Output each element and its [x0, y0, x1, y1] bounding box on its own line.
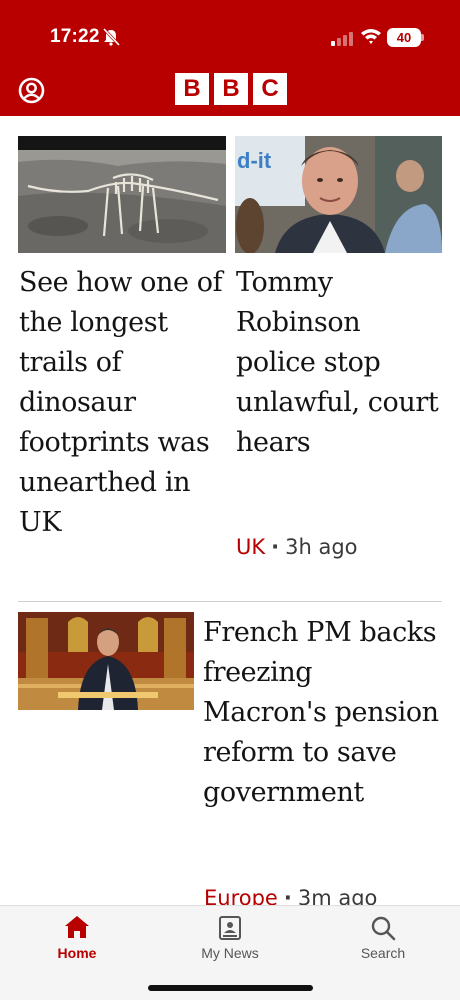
status-time: 17:22: [50, 26, 100, 47]
my-news-icon: [219, 916, 241, 940]
account-icon[interactable]: [18, 77, 45, 104]
nav-search-label: Search: [360, 945, 406, 961]
nav-search[interactable]: Search: [313, 906, 453, 976]
bbc-logo-letter: B: [175, 73, 209, 105]
search-icon: [371, 916, 396, 941]
home-icon: [65, 916, 89, 938]
french-pm-article-headline[interactable]: French PM backs freezing Macron's pensio…: [203, 613, 443, 813]
nav-my-news-label: My News: [201, 945, 259, 961]
bell-muted-icon: [102, 28, 121, 46]
meta-separator: ·: [271, 535, 280, 559]
bbc-logo[interactable]: B B C: [175, 73, 287, 105]
dinosaur-article-headline[interactable]: See how one of the longest trails of din…: [19, 263, 224, 543]
app-header: 17:22 40 B B C: [0, 0, 460, 116]
section-tag[interactable]: UK: [236, 535, 265, 559]
article-divider: [18, 601, 442, 602]
cellular-signal-icon: [331, 32, 353, 46]
battery-tip: [421, 34, 424, 41]
bbc-logo-letter: C: [253, 73, 287, 105]
nav-my-news[interactable]: My News: [160, 906, 300, 976]
tommy-robinson-article-meta: UK · 3h ago: [236, 535, 358, 559]
dinosaur-article-image[interactable]: [18, 136, 226, 253]
tommy-robinson-article-headline[interactable]: Tommy Robinson police stop unlawful, cou…: [236, 263, 442, 463]
battery-indicator: 40: [387, 28, 421, 47]
nav-home[interactable]: Home: [7, 906, 147, 976]
wifi-icon: [361, 29, 381, 44]
svg-text:d-it: d-it: [237, 148, 272, 173]
timestamp: 3h ago: [285, 535, 358, 559]
nav-home-label: Home: [57, 945, 97, 961]
tommy-robinson-article-image[interactable]: d-it: [235, 136, 442, 253]
bbc-logo-letter: B: [214, 73, 248, 105]
french-pm-article-image[interactable]: [18, 612, 194, 710]
home-indicator[interactable]: [148, 985, 313, 991]
